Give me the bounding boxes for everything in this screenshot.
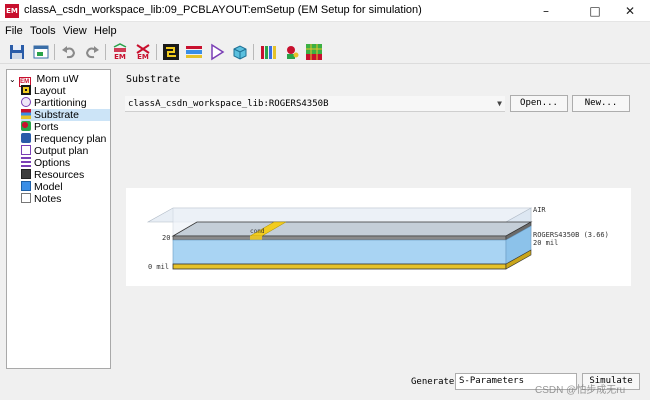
open-button[interactable]: Open... xyxy=(510,95,568,112)
thickness-label: 20 mil xyxy=(533,239,558,247)
menu-help[interactable]: Help xyxy=(94,25,117,37)
tree-item-layout[interactable]: Layout xyxy=(21,85,66,97)
ground-front xyxy=(172,263,507,270)
left-bottom-label: 0 mil xyxy=(148,263,169,271)
toolbar-separator xyxy=(105,44,106,60)
undo-icon[interactable] xyxy=(60,43,78,61)
conductor-strip-front xyxy=(250,236,262,240)
tree-item-label: Resources xyxy=(34,169,85,181)
resources-icon xyxy=(21,169,31,179)
tree-item-options[interactable]: Options xyxy=(21,157,70,169)
tree-item-label: Layout xyxy=(34,85,66,97)
menu-view[interactable]: View xyxy=(63,25,87,37)
notes-icon xyxy=(21,193,31,203)
collapse-icon[interactable]: ⌄ xyxy=(9,75,16,84)
tree-item-label: Notes xyxy=(34,193,62,205)
simulate-icon[interactable] xyxy=(208,43,226,61)
conductor-label: cond xyxy=(250,228,265,235)
left-top-label: 20 xyxy=(162,234,170,242)
substrate-stack-view: cond AIR ROGERS4350B (3.66) 20 mil 20 0 … xyxy=(126,188,631,286)
tree-item-notes[interactable]: Notes xyxy=(21,193,61,205)
tree-item-partitioning[interactable]: Partitioning xyxy=(21,97,87,109)
save-icon[interactable] xyxy=(8,43,26,61)
menu-file[interactable]: File xyxy=(5,25,23,37)
generate-label: Generate: xyxy=(411,377,460,387)
air-label: AIR xyxy=(533,206,546,214)
app-icon: EM xyxy=(5,4,19,18)
redo-icon[interactable] xyxy=(83,43,101,61)
tree-item-label: Ports xyxy=(34,121,59,133)
partitioning-icon xyxy=(21,97,31,107)
open-icon[interactable] xyxy=(32,43,50,61)
tree-item-frequency-plan[interactable]: Frequency plan xyxy=(21,133,106,145)
tree-item-label: Partitioning xyxy=(34,97,87,109)
close-button[interactable]: ✕ xyxy=(610,0,650,22)
title-bar: EM classA_csdn_workspace_lib:09_PCBLAYOU… xyxy=(0,0,650,22)
tree-item-output-plan[interactable]: Output plan xyxy=(21,145,88,157)
tree-item-model[interactable]: Model xyxy=(21,181,63,193)
layout-icon[interactable] xyxy=(162,43,180,61)
options-icon xyxy=(21,157,31,167)
toolbar-separator xyxy=(156,44,157,60)
ports-icon[interactable] xyxy=(282,43,300,61)
toolbar: EM EM xyxy=(0,40,650,64)
tree-item-resources[interactable]: Resources xyxy=(21,169,84,181)
menu-tools[interactable]: Tools xyxy=(30,25,56,37)
frequency-icon xyxy=(21,133,31,143)
setup-tree: ⌄ EM Mom uW Layout Partitioning Substrat… xyxy=(6,69,111,369)
substrate-icon[interactable] xyxy=(185,43,203,61)
new-button[interactable]: New... xyxy=(572,95,630,112)
output-icon xyxy=(21,145,31,155)
generate-select-value: S-Parameters xyxy=(459,376,525,386)
mesh-icon[interactable] xyxy=(305,43,323,61)
section-title: Substrate xyxy=(126,74,181,85)
em-stop-icon[interactable]: EM xyxy=(134,43,152,61)
tree-item-label: Substrate xyxy=(34,109,79,121)
metal-layer-top xyxy=(171,221,533,237)
watermark: CSDN @怕步成无ru xyxy=(535,385,626,396)
substrate-select[interactable]: classA_csdn_workspace_lib:ROGERS4350B ▼ xyxy=(125,96,505,112)
tree-item-label: Output plan xyxy=(34,145,89,157)
color-layers-icon[interactable] xyxy=(259,43,277,61)
tree-item-label: Frequency plan xyxy=(34,133,107,145)
maximize-button[interactable]: □ xyxy=(575,0,615,22)
dielectric-front xyxy=(172,239,507,265)
em-icon[interactable]: EM xyxy=(111,43,129,61)
tree-item-substrate[interactable]: Substrate xyxy=(21,109,110,121)
tree-root-label: Mom uW xyxy=(36,73,79,85)
ports-icon xyxy=(21,121,31,131)
layout-icon xyxy=(21,85,31,95)
toolbar-separator xyxy=(253,44,254,60)
tree-root[interactable]: ⌄ EM Mom uW xyxy=(9,73,79,87)
minimize-button[interactable]: – xyxy=(526,0,566,22)
chevron-down-icon[interactable]: ▼ xyxy=(497,96,502,112)
toolbar-separator xyxy=(54,44,55,60)
substrate-stack-diagram: cond AIR ROGERS4350B (3.66) 20 mil 20 0 … xyxy=(146,206,609,271)
em-stop-icon-label: EM xyxy=(137,53,149,61)
menu-bar: File Tools View Help xyxy=(0,23,650,40)
metal-layer-front xyxy=(172,235,507,241)
tree-item-label: Options xyxy=(34,157,71,169)
substrate-select-value: classA_csdn_workspace_lib:ROGERS4350B xyxy=(128,99,329,109)
substrate-icon xyxy=(21,109,31,119)
window-title: classA_csdn_workspace_lib:09_PCBLAYOUT:e… xyxy=(24,4,422,16)
tree-item-ports[interactable]: Ports xyxy=(21,121,59,133)
tree-item-label: Model xyxy=(34,181,63,193)
3d-box-icon[interactable] xyxy=(231,43,249,61)
dielectric-label: ROGERS4350B (3.66) xyxy=(533,231,609,239)
em-icon-label: EM xyxy=(114,53,126,61)
model-icon xyxy=(21,181,31,191)
